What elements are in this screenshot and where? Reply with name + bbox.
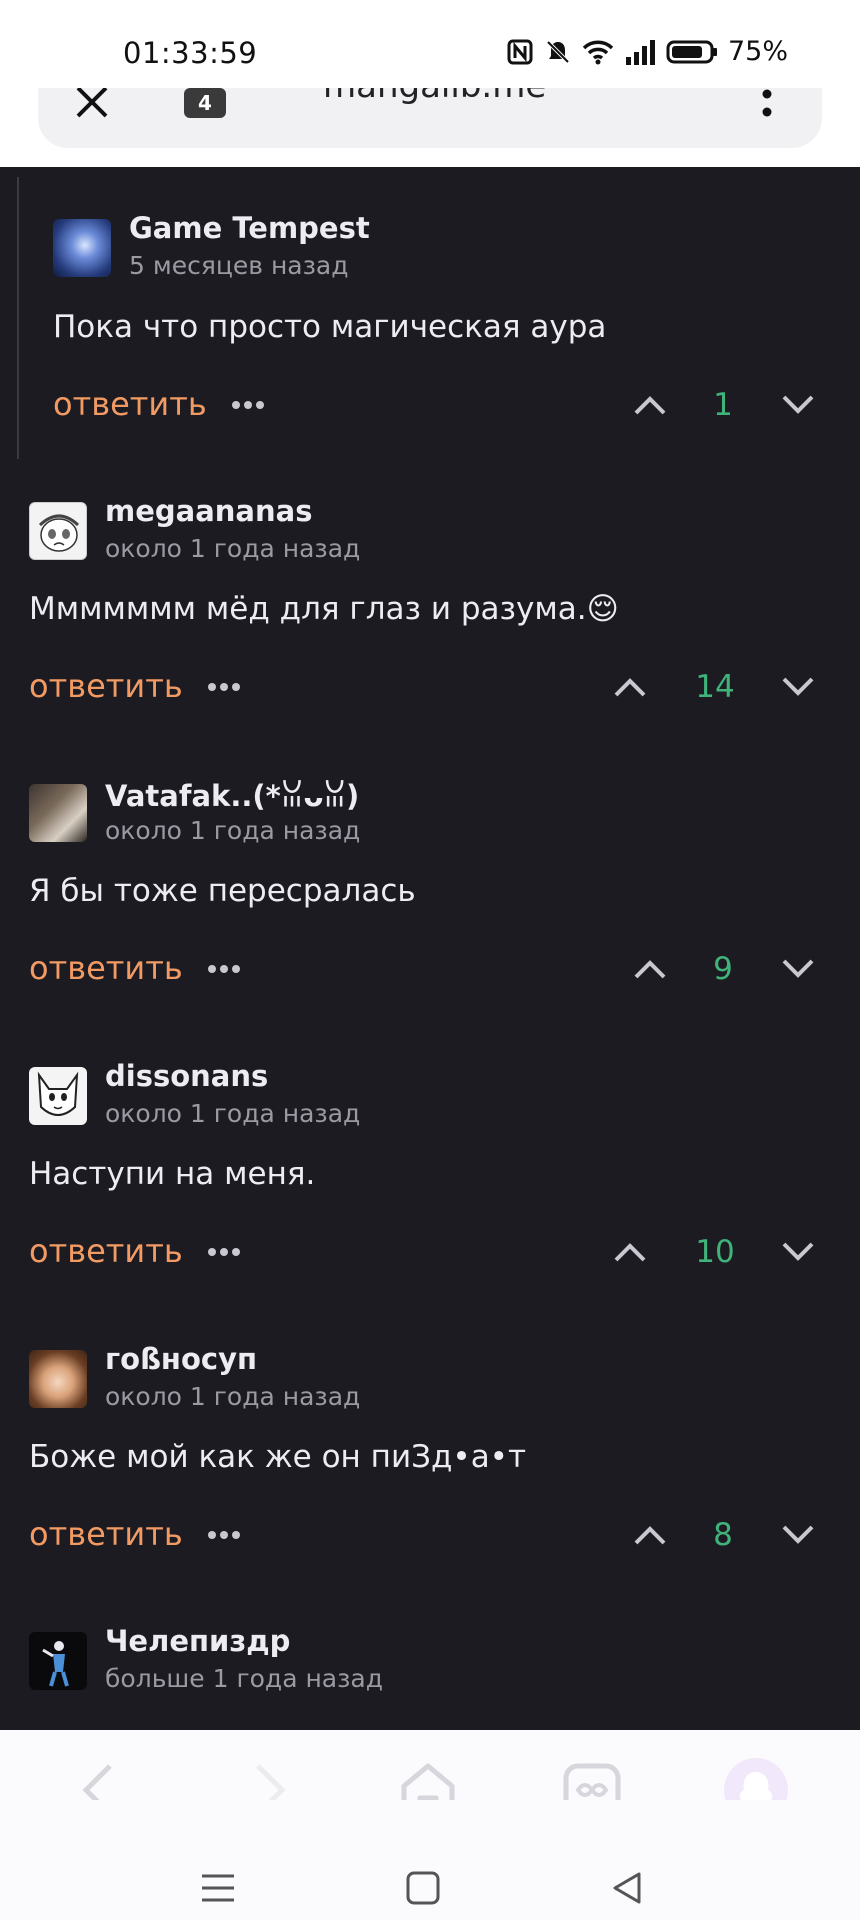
timestamp: около 1 года назад bbox=[105, 1099, 361, 1128]
username[interactable]: Vatafak..(*ꈍᴗꈍ) bbox=[105, 776, 359, 814]
battery-percent: 75% bbox=[727, 36, 788, 67]
home-square-icon[interactable] bbox=[403, 1868, 443, 1908]
timestamp: около 1 года назад bbox=[105, 1382, 361, 1411]
avatar[interactable] bbox=[29, 1632, 87, 1690]
downvote-icon[interactable] bbox=[781, 958, 815, 980]
wifi-icon bbox=[582, 40, 614, 64]
comment-text: Наступи на меня. bbox=[29, 1156, 316, 1192]
upvote-icon[interactable] bbox=[633, 958, 667, 980]
reply-button[interactable]: ответить bbox=[53, 385, 207, 423]
timestamp: больше 1 года назад bbox=[105, 1664, 384, 1693]
timestamp: 5 месяцев назад bbox=[129, 251, 349, 280]
avatar[interactable] bbox=[29, 1067, 87, 1125]
username[interactable]: гoßносуп bbox=[105, 1342, 257, 1376]
username[interactable]: dissonans bbox=[105, 1059, 268, 1093]
timestamp: около 1 года назад bbox=[105, 534, 361, 563]
comment-text: Ммммммм мёд для глаз и разума.😌 bbox=[29, 591, 619, 627]
vote-score: 14 bbox=[695, 669, 735, 705]
reply-button[interactable]: ответить bbox=[29, 949, 183, 987]
username[interactable]: megaananas bbox=[105, 494, 312, 528]
signal-icon bbox=[625, 39, 655, 65]
mute-bell-icon bbox=[546, 40, 570, 63]
more-options-icon[interactable] bbox=[231, 399, 265, 411]
comments-section: Game Tempest 5 месяцев назад Пока что пр… bbox=[0, 167, 860, 1730]
reply-button[interactable]: ответить bbox=[29, 1515, 183, 1553]
back-triangle-icon[interactable] bbox=[607, 1868, 647, 1908]
timestamp: около 1 года назад bbox=[105, 816, 361, 845]
avatar[interactable] bbox=[29, 502, 87, 560]
system-nav-bar bbox=[0, 1800, 860, 1920]
menu-icon[interactable] bbox=[198, 1868, 238, 1908]
battery-icon bbox=[666, 40, 717, 63]
vote-score: 1 bbox=[713, 387, 733, 423]
vote-score: 8 bbox=[713, 1517, 733, 1553]
username[interactable]: Челепиздр bbox=[105, 1624, 290, 1658]
more-options-icon[interactable] bbox=[207, 681, 241, 693]
comment-text: Я бы тоже пересралась bbox=[29, 873, 416, 909]
status-icons: 75% bbox=[506, 36, 788, 67]
comment-text: Пока что просто магическая аура bbox=[53, 309, 607, 345]
comment-text: Боже мой как же он пиЗд•а•т bbox=[29, 1439, 527, 1475]
username[interactable]: Game Tempest bbox=[129, 211, 370, 245]
upvote-icon[interactable] bbox=[613, 1241, 647, 1263]
upvote-icon[interactable] bbox=[633, 1524, 667, 1546]
more-options-icon[interactable] bbox=[207, 1529, 241, 1541]
avatar[interactable] bbox=[29, 1350, 87, 1408]
downvote-icon[interactable] bbox=[781, 1524, 815, 1546]
avatar[interactable] bbox=[53, 219, 111, 277]
more-options-icon[interactable] bbox=[207, 963, 241, 975]
tab-count-badge[interactable]: 4 bbox=[184, 88, 226, 118]
upvote-icon[interactable] bbox=[633, 394, 667, 416]
downvote-icon[interactable] bbox=[781, 394, 815, 416]
status-bar: 01:33:59 75% bbox=[0, 0, 860, 88]
upvote-icon[interactable] bbox=[613, 676, 647, 698]
reply-button[interactable]: ответить bbox=[29, 667, 183, 705]
status-time: 01:33:59 bbox=[123, 36, 258, 70]
vote-score: 10 bbox=[695, 1234, 735, 1270]
downvote-icon[interactable] bbox=[781, 676, 815, 698]
nfc-icon bbox=[507, 39, 533, 64]
reply-button[interactable]: ответить bbox=[29, 1232, 183, 1270]
downvote-icon[interactable] bbox=[781, 1241, 815, 1263]
avatar[interactable] bbox=[29, 784, 87, 842]
vote-score: 9 bbox=[713, 951, 733, 987]
more-options-icon[interactable] bbox=[207, 1246, 241, 1258]
thread-line bbox=[17, 177, 19, 459]
